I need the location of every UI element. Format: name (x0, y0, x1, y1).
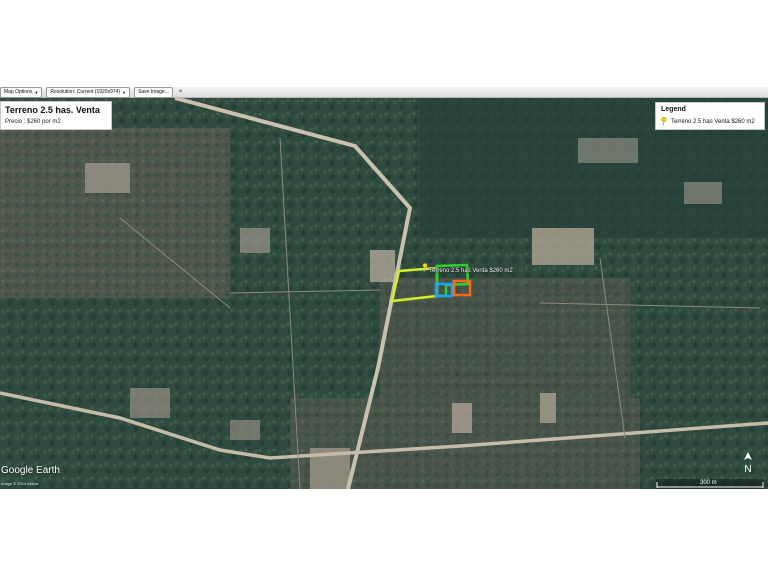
map-options-label: Map Options (4, 88, 33, 95)
imagery-copyright: Image © 2014 Airbus (1, 481, 39, 486)
save-image-label: Save Image... (138, 88, 169, 95)
legend-item-label: Terreno 2.5 has Venta $260 m2 (671, 118, 755, 125)
info-box: Terreno 2.5 has. Venta Precio : $260 por… (0, 101, 112, 130)
map-options-dropdown[interactable]: Map Options ▼ (0, 86, 43, 98)
info-title: Terreno 2.5 has. Venta (5, 105, 100, 115)
chevron-down-icon: ▼ (122, 89, 127, 95)
google-earth-logo: Google Earth (1, 465, 60, 476)
close-icon[interactable]: × (179, 89, 183, 95)
legend: Legend Terreno 2.5 has Venta $260 m2 (655, 102, 765, 130)
yellow-pushpin-icon[interactable] (422, 263, 428, 272)
save-image-button[interactable]: Save Image... (134, 86, 173, 98)
north-label: N (744, 464, 751, 474)
legend-title: Legend (661, 106, 686, 113)
toolbar: Map Options ▼ Resolution: Current (1920x… (0, 86, 768, 98)
yellow-pushpin-icon (661, 117, 667, 126)
map-imagery (0, 98, 768, 489)
resolution-label: Resolution: Current (1920x974) (50, 88, 121, 95)
resolution-dropdown[interactable]: Resolution: Current (1920x974) ▼ (46, 86, 131, 98)
satellite-map[interactable] (0, 98, 768, 489)
chevron-down-icon: ▼ (34, 89, 39, 95)
info-subtitle: Precio : $260 por m2 (5, 119, 61, 125)
scale-label: 300 m (700, 480, 717, 486)
placemark-label[interactable]: Terreno 2.5 has Venta $260 m2 (429, 268, 513, 274)
north-arrow-icon[interactable]: N (742, 452, 754, 474)
legend-item[interactable]: Terreno 2.5 has Venta $260 m2 (661, 117, 759, 126)
